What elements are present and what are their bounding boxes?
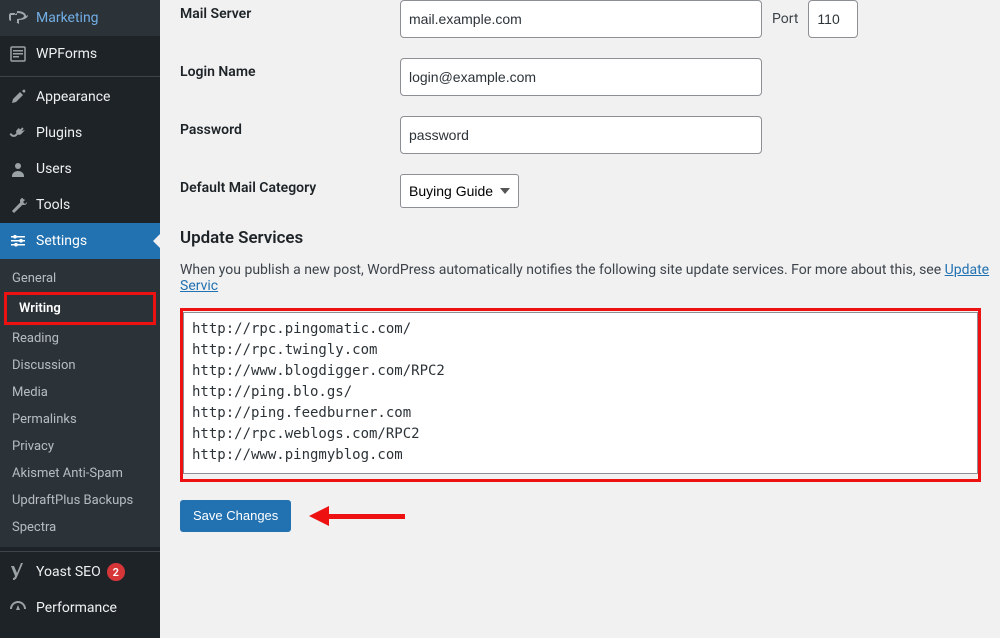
submenu-discussion[interactable]: Discussion <box>0 352 160 379</box>
submenu-updraft[interactable]: UpdraftPlus Backups <box>0 487 160 514</box>
submenu-media[interactable]: Media <box>0 379 160 406</box>
wrench-icon <box>8 195 28 215</box>
sidebar-item-label: Yoast SEO <box>36 564 101 580</box>
user-icon <box>8 159 28 179</box>
default-category-select[interactable]: Buying Guide <box>400 174 519 208</box>
sidebar-item-label: Users <box>36 161 72 177</box>
submenu-spectra[interactable]: Spectra <box>0 514 160 541</box>
submenu-general[interactable]: General <box>0 265 160 292</box>
sidebar-item-appearance[interactable]: Appearance <box>0 79 160 115</box>
sidebar-item-label: Plugins <box>36 125 82 141</box>
row-password: Password <box>180 116 1000 154</box>
port-label: Port <box>768 11 802 27</box>
sidebar-item-tools[interactable]: Tools <box>0 187 160 223</box>
annotation-arrow <box>309 509 405 523</box>
menu-separator <box>0 547 160 552</box>
plug-icon <box>8 123 28 143</box>
megaphone-icon <box>8 8 28 28</box>
save-row: Save Changes <box>180 500 1000 532</box>
submenu-reading[interactable]: Reading <box>0 325 160 352</box>
admin-sidebar: Marketing WPForms Appearance Plugins Use… <box>0 0 160 638</box>
submenu-permalinks[interactable]: Permalinks <box>0 406 160 433</box>
sidebar-item-label: Appearance <box>36 89 110 105</box>
yoast-icon <box>8 562 28 582</box>
notification-badge: 2 <box>107 563 125 581</box>
login-name-label: Login Name <box>180 58 400 80</box>
sidebar-item-label: Settings <box>36 233 87 249</box>
password-label: Password <box>180 116 400 138</box>
sidebar-item-users[interactable]: Users <box>0 151 160 187</box>
annotation-highlighted-textarea <box>180 308 981 482</box>
settings-submenu: General Writing Reading Discussion Media… <box>0 259 160 547</box>
sidebar-item-label: Tools <box>36 197 70 213</box>
sidebar-item-plugins[interactable]: Plugins <box>0 115 160 151</box>
update-services-description: When you publish a new post, WordPress a… <box>180 262 1000 294</box>
sidebar-item-settings[interactable]: Settings <box>0 223 160 259</box>
sidebar-item-wpforms[interactable]: WPForms <box>0 36 160 72</box>
sidebar-item-performance[interactable]: Performance <box>0 590 160 626</box>
submenu-writing[interactable]: Writing <box>7 295 153 322</box>
row-default-category: Default Mail Category Buying Guide <box>180 174 1000 208</box>
save-changes-button[interactable]: Save Changes <box>180 500 291 532</box>
sliders-icon <box>8 231 28 251</box>
mail-server-input[interactable] <box>400 0 762 38</box>
sidebar-item-marketing[interactable]: Marketing <box>0 0 160 36</box>
mail-server-label: Mail Server <box>180 0 400 22</box>
update-services-heading: Update Services <box>180 228 1000 248</box>
sidebar-item-label: Marketing <box>36 10 99 26</box>
sidebar-item-label: WPForms <box>36 46 97 62</box>
row-login-name: Login Name <box>180 58 1000 96</box>
menu-separator <box>0 72 160 77</box>
default-category-label: Default Mail Category <box>180 174 400 196</box>
form-icon <box>8 44 28 64</box>
annotation-highlighted-menu: Writing <box>4 292 156 325</box>
brush-icon <box>8 87 28 107</box>
row-mail-server: Mail Server Port <box>180 0 1000 38</box>
sidebar-item-label: Performance <box>36 600 117 616</box>
port-input[interactable] <box>808 0 858 38</box>
submenu-akismet[interactable]: Akismet Anti-Spam <box>0 460 160 487</box>
submenu-privacy[interactable]: Privacy <box>0 433 160 460</box>
gauge-icon <box>8 598 28 618</box>
sidebar-item-yoast[interactable]: Yoast SEO 2 <box>0 554 160 590</box>
password-input[interactable] <box>400 116 762 154</box>
update-services-textarea[interactable] <box>183 312 978 474</box>
login-name-input[interactable] <box>400 58 762 96</box>
main-content: Mail Server Port Login Name Password Def… <box>160 0 1000 638</box>
